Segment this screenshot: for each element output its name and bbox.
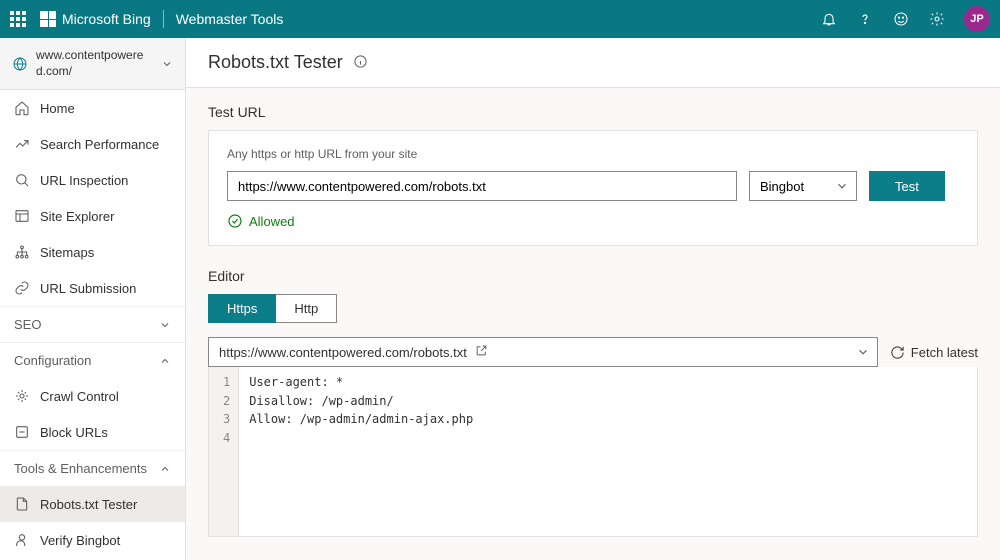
- page-title: Robots.txt Tester: [208, 52, 343, 73]
- code-editor[interactable]: 1234 User-agent: * Disallow: /wp-admin/ …: [208, 367, 978, 537]
- block-icon: [14, 424, 30, 440]
- test-url-input[interactable]: [227, 171, 737, 201]
- help-icon[interactable]: [856, 10, 874, 28]
- page-header: Robots.txt Tester: [186, 38, 1000, 88]
- feedback-icon[interactable]: [892, 10, 910, 28]
- app-launcher-icon[interactable]: [10, 11, 26, 27]
- path-value: https://www.contentpowered.com/robots.tx…: [219, 345, 467, 360]
- globe-icon: [12, 56, 28, 72]
- search-icon: [14, 172, 30, 188]
- layout-icon: [14, 208, 30, 224]
- file-icon: [14, 496, 30, 512]
- sidebar-item-label: Sitemaps: [40, 245, 94, 260]
- fetch-latest-button[interactable]: Fetch latest: [890, 345, 978, 360]
- sidebar-item-block-urls[interactable]: Block URLs: [0, 414, 185, 450]
- section-label: Configuration: [14, 353, 91, 368]
- bell-icon[interactable]: [820, 10, 838, 28]
- sidebar-item-label: Block URLs: [40, 425, 108, 440]
- test-url-label: Test URL: [208, 104, 978, 120]
- sidebar-item-label: Site Explorer: [40, 209, 114, 224]
- section-label: Tools & Enhancements: [14, 461, 147, 476]
- sidebar-item-label: URL Inspection: [40, 173, 128, 188]
- site-selector[interactable]: www.contentpowered.com/: [0, 38, 185, 90]
- sidebar-section-tools[interactable]: Tools & Enhancements: [0, 450, 185, 486]
- sidebar-item-crawl-control[interactable]: Crawl Control: [0, 378, 185, 414]
- sidebar-section-configuration[interactable]: Configuration: [0, 342, 185, 378]
- divider: [163, 10, 164, 28]
- sidebar-item-label: URL Submission: [40, 281, 136, 296]
- code-content[interactable]: User-agent: * Disallow: /wp-admin/ Allow…: [239, 367, 977, 536]
- sidebar-item-label: Home: [40, 101, 75, 116]
- refresh-icon: [890, 345, 905, 360]
- site-url: www.contentpowered.com/: [36, 48, 153, 79]
- chevron-up-icon: [159, 355, 171, 367]
- home-icon: [14, 100, 30, 116]
- external-link-icon[interactable]: [475, 344, 488, 360]
- link-icon: [14, 280, 30, 296]
- test-button[interactable]: Test: [869, 171, 945, 201]
- main-content: Robots.txt Tester Test URL Any https or …: [186, 38, 1000, 560]
- sidebar-item-search-performance[interactable]: Search Performance: [0, 126, 185, 162]
- sidebar-item-label: Verify Bingbot: [40, 533, 120, 548]
- sidebar-item-url-inspection[interactable]: URL Inspection: [0, 162, 185, 198]
- chevron-up-icon: [159, 463, 171, 475]
- chevron-down-icon: [159, 319, 171, 331]
- tab-https[interactable]: Https: [208, 294, 276, 323]
- check-circle-icon: [227, 213, 243, 229]
- tool-title: Webmaster Tools: [176, 11, 284, 27]
- brand-label: Microsoft Bing: [62, 11, 151, 27]
- top-bar: Microsoft Bing Webmaster Tools JP: [0, 0, 1000, 38]
- editor-label: Editor: [208, 268, 978, 284]
- sidebar-item-label: Crawl Control: [40, 389, 119, 404]
- test-hint: Any https or http URL from your site: [227, 147, 959, 161]
- bot-select[interactable]: Bingbot: [749, 171, 857, 201]
- sitemap-icon: [14, 244, 30, 260]
- test-status: Allowed: [227, 213, 959, 229]
- line-gutter: 1234: [209, 367, 239, 536]
- sidebar-item-label: Robots.txt Tester: [40, 497, 137, 512]
- tab-http[interactable]: Http: [276, 294, 337, 323]
- sidebar-item-url-submission[interactable]: URL Submission: [0, 270, 185, 306]
- status-text: Allowed: [249, 214, 295, 229]
- bot-icon: [14, 532, 30, 548]
- sidebar-item-robots-tester[interactable]: Robots.txt Tester: [0, 486, 185, 522]
- chevron-down-icon: [161, 58, 173, 70]
- sidebar-item-verify-bingbot[interactable]: Verify Bingbot: [0, 522, 185, 558]
- sidebar-item-label: Search Performance: [40, 137, 159, 152]
- sidebar-item-home[interactable]: Home: [0, 90, 185, 126]
- brand: Microsoft Bing: [40, 11, 151, 27]
- sidebar-section-seo[interactable]: SEO: [0, 306, 185, 342]
- sidebar: www.contentpowered.com/ Home Search Perf…: [0, 38, 186, 560]
- info-icon[interactable]: [353, 54, 368, 72]
- trend-icon: [14, 136, 30, 152]
- sidebar-item-sitemaps[interactable]: Sitemaps: [0, 234, 185, 270]
- avatar[interactable]: JP: [964, 6, 990, 32]
- microsoft-logo-icon: [40, 11, 56, 27]
- robots-path-select[interactable]: https://www.contentpowered.com/robots.tx…: [208, 337, 878, 367]
- crawl-icon: [14, 388, 30, 404]
- editor-tabs: Https Http: [208, 294, 978, 323]
- gear-icon[interactable]: [928, 10, 946, 28]
- fetch-label: Fetch latest: [911, 345, 978, 360]
- test-card: Any https or http URL from your site Bin…: [208, 130, 978, 246]
- section-label: SEO: [14, 317, 41, 332]
- sidebar-item-site-explorer[interactable]: Site Explorer: [0, 198, 185, 234]
